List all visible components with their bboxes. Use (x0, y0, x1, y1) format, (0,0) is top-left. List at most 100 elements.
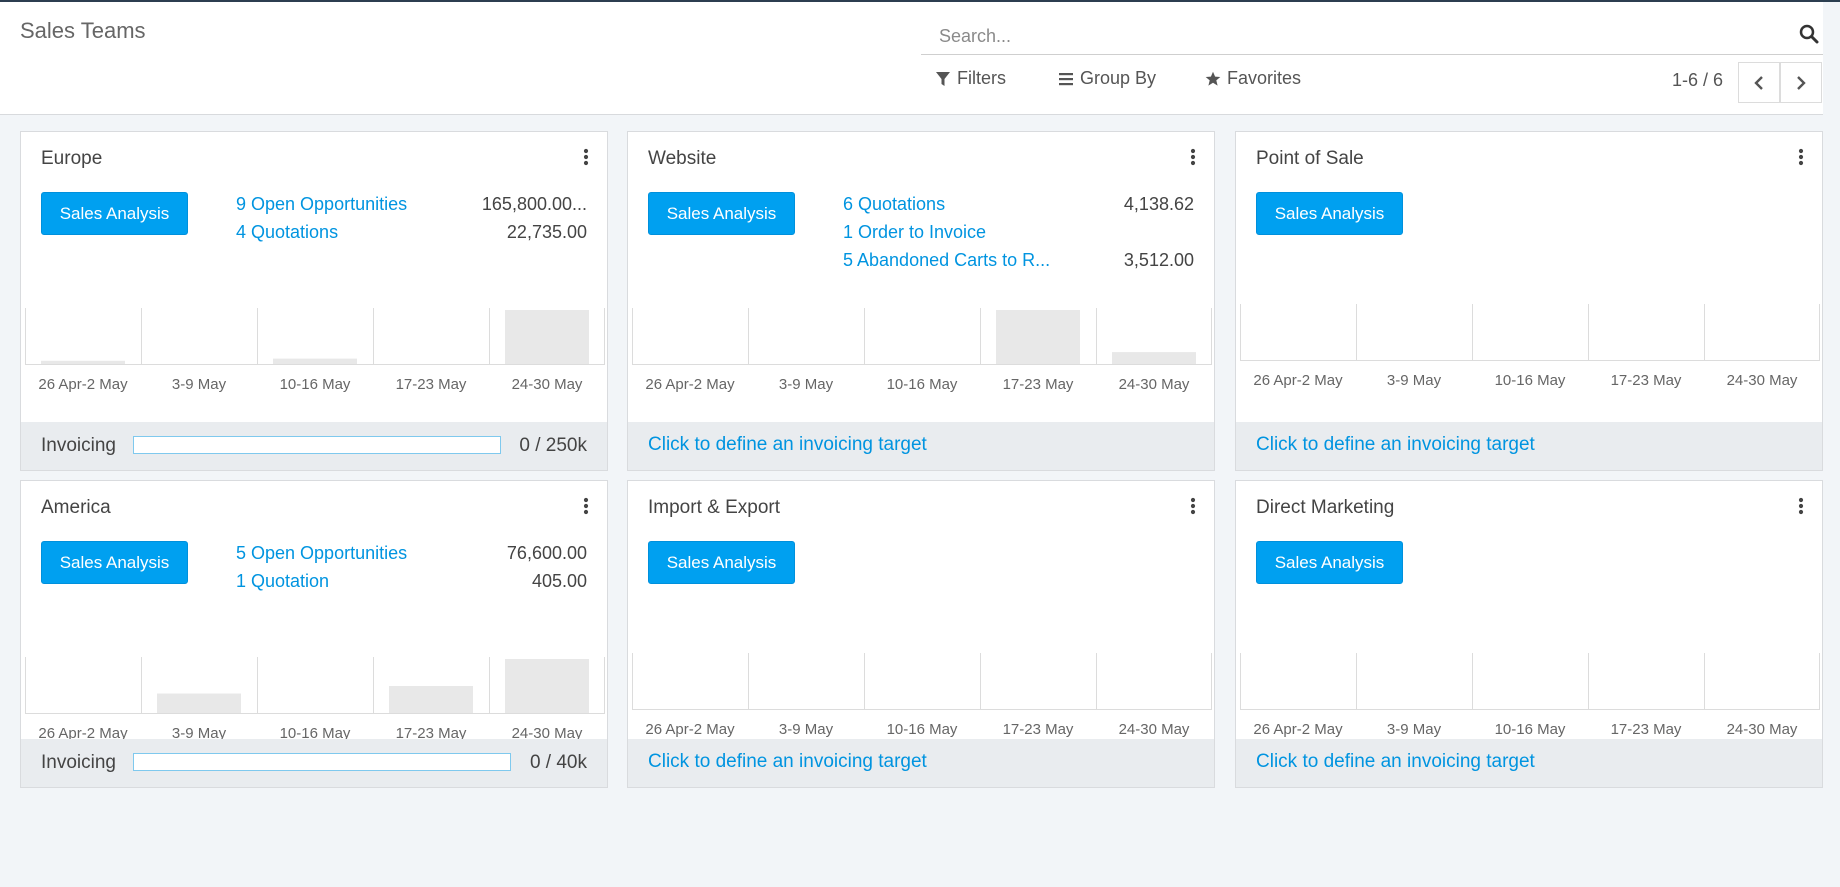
invoicing-label: Invoicing (41, 752, 116, 773)
team-bar-chart[interactable]: 26 Apr-2 May 3-9 May 10-16 May 17-23 May 24-… (25, 308, 605, 408)
stat-link[interactable]: 6 Quotations (843, 194, 945, 215)
define-invoicing-target-link[interactable]: Click to define an invoicing target (1256, 751, 1535, 773)
chart-bar-10-16-may[interactable] (273, 358, 357, 364)
chart-tick-label: 17-23 May (1611, 372, 1682, 389)
invoicing-progress-bar[interactable] (133, 436, 501, 454)
chart-bar-3-9-may[interactable] (157, 693, 241, 713)
sales-analysis-button[interactable]: Sales Analysis (648, 541, 795, 584)
group-by-button[interactable]: Group By (1058, 68, 1156, 89)
team-card-direct-marketing[interactable]: Direct Marketing Sales Analysis 26 Apr-2 M… (1235, 480, 1823, 788)
chart-tick-label: 10-16 May (887, 376, 958, 393)
filters-button[interactable]: Filters (935, 68, 1006, 89)
sales-analysis-button[interactable]: Sales Analysis (1256, 192, 1403, 235)
team-card-america[interactable]: America Sales Analysis 5 Open Opportunitie… (20, 480, 608, 788)
chevron-right-icon (1797, 75, 1806, 90)
define-invoicing-target-link[interactable]: Click to define an invoicing target (1256, 434, 1535, 456)
search-input[interactable] (939, 22, 1759, 50)
define-invoicing-target-link[interactable]: Click to define an invoicing target (648, 434, 927, 456)
stat-link[interactable]: 1 Quotation (236, 571, 329, 592)
chart-tick-label: 26 Apr-2 May (645, 721, 735, 738)
chart-tick-label: 17-23 May (1003, 376, 1074, 393)
team-name[interactable]: Import & Export (648, 497, 780, 519)
team-name[interactable]: Direct Marketing (1256, 497, 1394, 519)
team-card-europe[interactable]: Europe Sales Analysis 9 Open Opportunities… (20, 131, 608, 471)
stat-link[interactable]: 9 Open Opportunities (236, 194, 407, 215)
team-bar-chart[interactable]: 26 Apr-2 May 3-9 May 10-16 May 17-23 May 24-… (1240, 304, 1820, 404)
invoicing-progress-text: 0 / 40k (529, 752, 587, 773)
stat-value: 22,735.00 (506, 222, 587, 242)
pager-value[interactable]: 1-6 / 6 (1672, 70, 1723, 91)
chart-tick-label: 24-30 May (1119, 376, 1190, 393)
team-name[interactable]: Europe (41, 148, 102, 170)
kebab-icon[interactable] (583, 148, 589, 166)
stat-link[interactable]: 1 Order to Invoice (843, 222, 986, 243)
search-box (921, 16, 1823, 55)
stat-value: 405.00 (531, 571, 587, 591)
chart-tick-label: 26 Apr-2 May (1253, 721, 1343, 738)
team-name[interactable]: America (41, 497, 111, 519)
bars-icon (1059, 72, 1073, 85)
chart-bar-17-23-may[interactable] (389, 686, 473, 713)
chart-tick-label: 10-16 May (1495, 372, 1566, 389)
chart-tick-label: 10-16 May (1495, 721, 1566, 738)
stat-link[interactable]: 4 Quotations (236, 222, 338, 243)
chart-tick-label: 26 Apr-2 May (645, 376, 735, 393)
team-bar-chart[interactable]: 26 Apr-2 May 3-9 May 10-16 May 17-23 May 24-… (1240, 653, 1820, 753)
chart-tick-label: 24-30 May (1727, 372, 1798, 389)
card-footer: Invoicing 0 / 250k (21, 422, 607, 470)
invoicing-label: Invoicing (41, 435, 116, 456)
chart-bar-17-23-may[interactable] (996, 310, 1080, 364)
chart-tick-label: 3-9 May (779, 721, 834, 738)
define-invoicing-target-link[interactable]: Click to define an invoicing target (648, 751, 927, 773)
page-title: Sales Teams (20, 18, 146, 43)
favorites-button[interactable]: Favorites (1205, 68, 1301, 89)
chart-tick-label: 10-16 May (280, 376, 351, 393)
stat-link[interactable]: 5 Open Opportunities (236, 543, 407, 564)
team-name[interactable]: Website (648, 148, 716, 170)
chart-bar-24-30-may[interactable] (1112, 352, 1196, 364)
search-icon[interactable] (1799, 24, 1819, 44)
pager-next-button[interactable] (1780, 62, 1822, 103)
stat-value: 165,800.00... (481, 194, 587, 214)
chart-tick-label: 17-23 May (1611, 721, 1682, 738)
stat-value: 3,512.00 (1123, 250, 1194, 270)
sales-analysis-button[interactable]: Sales Analysis (41, 192, 188, 235)
chart-tick-label: 3-9 May (1387, 721, 1442, 738)
team-card-website[interactable]: Website Sales Analysis 6 Quotations 4,138.6… (627, 131, 1215, 471)
invoicing-progress-text: 0 / 250k (519, 435, 587, 456)
filters-label: Filters (957, 68, 1006, 88)
stat-value: 4,138.62 (1123, 194, 1194, 214)
kebab-icon[interactable] (1190, 148, 1196, 166)
team-name[interactable]: Point of Sale (1256, 148, 1364, 170)
stat-value: 76,600.00 (506, 543, 587, 563)
chart-tick-label: 26 Apr-2 May (1253, 372, 1343, 389)
chart-tick-label: 10-16 May (887, 721, 958, 738)
team-bar-chart[interactable]: 26 Apr-2 May 3-9 May 10-16 May 17-23 May 24-… (632, 308, 1212, 408)
pager-previous-button[interactable] (1738, 62, 1780, 103)
chart-bar-24-30-may[interactable] (505, 310, 589, 364)
star-icon (1205, 71, 1221, 86)
filter-icon (936, 71, 950, 86)
sales-analysis-button[interactable]: Sales Analysis (1256, 541, 1403, 584)
sales-analysis-button[interactable]: Sales Analysis (41, 541, 188, 584)
card-footer: Click to define an invoicing target (628, 739, 1214, 787)
kebab-icon[interactable] (1798, 148, 1804, 166)
chart-bar-26-apr-2-may[interactable] (41, 360, 125, 364)
favorites-label: Favorites (1227, 68, 1302, 88)
kebab-icon[interactable] (1798, 497, 1804, 515)
sales-analysis-button[interactable]: Sales Analysis (648, 192, 795, 235)
stat-link[interactable]: 5 Abandoned Carts to R... (843, 250, 1050, 271)
card-footer: Click to define an invoicing target (1236, 422, 1822, 470)
card-footer: Click to define an invoicing target (628, 422, 1214, 470)
chart-bar-24-30-may[interactable] (505, 659, 589, 713)
chart-tick-label: 24-30 May (1119, 721, 1190, 738)
team-card-point-of-sale[interactable]: Point of Sale Sales Analysis 26 Apr-2 May 3… (1235, 131, 1823, 471)
kebab-icon[interactable] (1190, 497, 1196, 515)
chart-tick-label: 24-30 May (512, 376, 583, 393)
chart-tick-label: 3-9 May (1387, 372, 1442, 389)
kebab-icon[interactable] (583, 497, 589, 515)
team-bar-chart[interactable]: 26 Apr-2 May 3-9 May 10-16 May 17-23 May 24-… (632, 653, 1212, 753)
team-card-import-export[interactable]: Import & Export Sales Analysis 26 Apr-2 Ma… (627, 480, 1215, 788)
invoicing-progress-bar[interactable] (133, 753, 511, 771)
card-footer: Invoicing 0 / 40k (21, 739, 607, 787)
